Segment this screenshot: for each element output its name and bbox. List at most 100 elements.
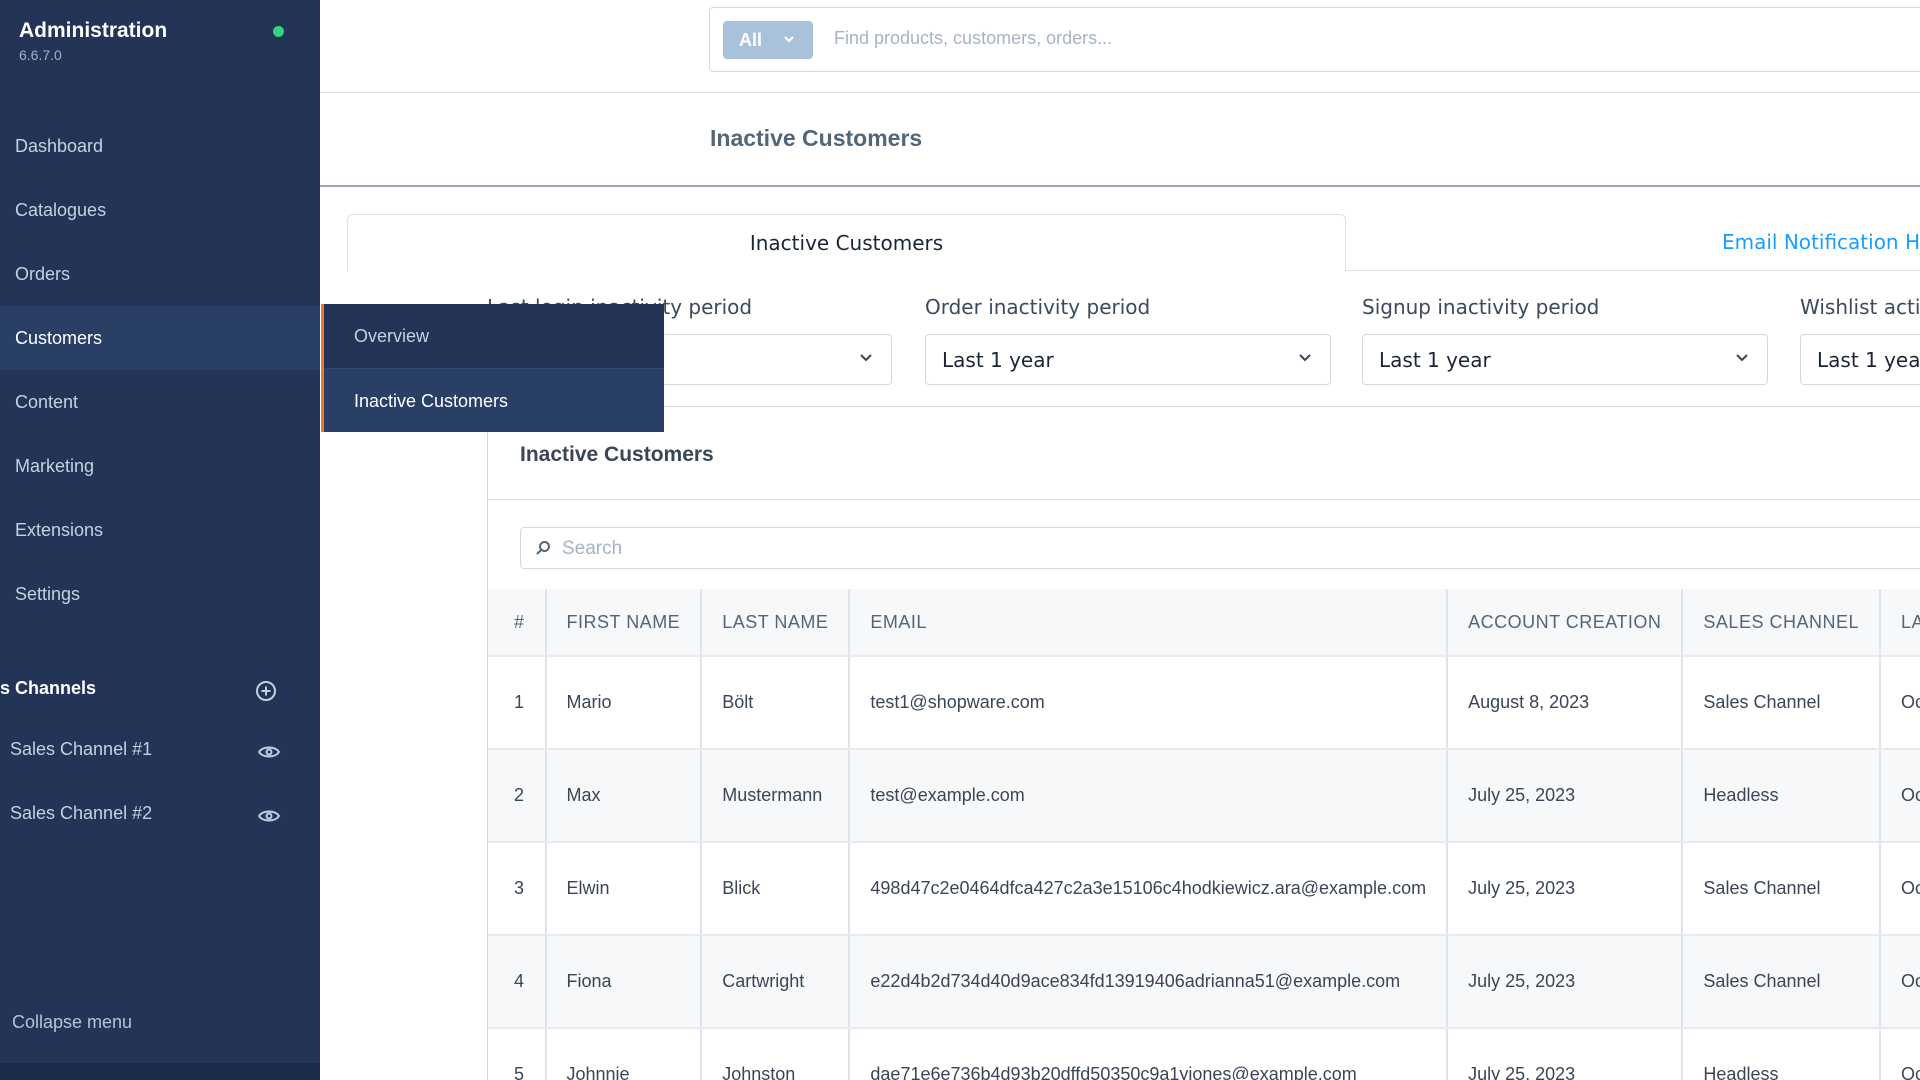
column-header-sales-channel[interactable]: SALES CHANNEL	[1682, 589, 1881, 657]
sales-channel-label: Sales Channel #2	[10, 803, 153, 823]
sidebar-footer	[0, 1063, 320, 1080]
table-row[interactable]: 2 Max Mustermann test@example.com July 2…	[488, 749, 1920, 843]
chevron-down-icon	[1298, 350, 1312, 364]
customers-flyout-menu: Overview Inactive Customers	[321, 304, 664, 432]
filter-label-signup: Signup inactivity period	[1362, 295, 1600, 319]
nav-item-customers[interactable]: Customers	[0, 306, 320, 370]
column-header-index[interactable]: #	[488, 589, 547, 657]
nav-item-catalogues[interactable]: Catalogues	[0, 178, 320, 242]
divider	[488, 499, 1920, 500]
table-row[interactable]: 3 Elwin Blick 498d47c2e0464dfca427c2a3e1…	[488, 842, 1920, 936]
page-header: Inactive Customers	[320, 93, 1920, 187]
tab-email-notification-history[interactable]: Email Notification Hi	[1722, 214, 1920, 271]
cell-first-name: Elwin	[545, 842, 703, 936]
flyout-item-inactive-customers[interactable]: Inactive Customers	[324, 368, 664, 432]
cell-last-name: Mustermann	[701, 749, 851, 843]
grid-search-field[interactable]: Search	[520, 527, 1920, 569]
sales-channel-item[interactable]: Sales Channel #2	[10, 803, 290, 824]
card-title: Inactive Customers	[520, 443, 714, 466]
nav-item-content[interactable]: Content	[0, 370, 320, 434]
cell-index: 2	[488, 749, 547, 843]
cell-index: 4	[488, 935, 547, 1029]
table-row[interactable]: 5 Johnnie Johnston dae71e6e736b4d93b20df…	[488, 1028, 1920, 1080]
main-nav: Dashboard Catalogues Orders Customers Co…	[0, 114, 320, 626]
status-indicator	[273, 26, 284, 37]
cell-index: 1	[488, 656, 547, 750]
cell-last-login: October	[1879, 1028, 1920, 1080]
cell-last-name: Johnston	[701, 1028, 851, 1080]
eye-icon[interactable]	[257, 744, 281, 760]
page-title: Inactive Customers	[710, 125, 923, 151]
table-row[interactable]: 4 Fiona Cartwright e22d4b2d734d40d9ace83…	[488, 935, 1920, 1029]
cell-sales-channel: Sales Channel	[1682, 842, 1881, 936]
signup-inactivity-period-select[interactable]: Last 1 year	[1362, 334, 1768, 385]
cell-email: test1@shopware.com	[849, 656, 1449, 750]
column-header-first-name[interactable]: FIRST NAME	[545, 589, 703, 657]
nav-item-orders[interactable]: Orders	[0, 242, 320, 306]
cell-account-creation: August 8, 2023	[1447, 656, 1684, 750]
cell-first-name: Fiona	[545, 935, 703, 1029]
search-type-label: All	[739, 30, 763, 50]
cell-first-name: Johnnie	[545, 1028, 703, 1080]
column-header-email[interactable]: EMAIL	[849, 589, 1449, 657]
inactive-customers-card: Inactive Customers Search # FIRST NAME L…	[487, 406, 1920, 1080]
table-header-row: # FIRST NAME LAST NAME EMAIL ACCOUNT CRE…	[488, 589, 1920, 657]
top-bar: All Find products, customers, orders...	[320, 0, 1920, 93]
select-value: Last 1 year	[1379, 348, 1491, 372]
column-header-last-name[interactable]: LAST NAME	[701, 589, 851, 657]
cell-account-creation: July 25, 2023	[1447, 1028, 1684, 1080]
app-version: 6.6.7.0	[19, 47, 62, 63]
global-search[interactable]: All Find products, customers, orders...	[709, 7, 1920, 72]
cell-index: 5	[488, 1028, 547, 1080]
search-type-select[interactable]: All	[723, 21, 813, 59]
wishlist-activity-period-select[interactable]: Last 1 year	[1800, 334, 1920, 385]
flyout-item-overview[interactable]: Overview	[324, 304, 664, 368]
sales-channels-heading: s Channels	[0, 678, 97, 698]
sales-channel-item[interactable]: Sales Channel #1	[10, 739, 290, 760]
nav-item-marketing[interactable]: Marketing	[0, 434, 320, 498]
cell-index: 3	[488, 842, 547, 936]
nav-item-extensions[interactable]: Extensions	[0, 498, 320, 562]
customers-table: # FIRST NAME LAST NAME EMAIL ACCOUNT CRE…	[488, 589, 1920, 1080]
grid-search-input[interactable]: Search	[562, 538, 622, 560]
sales-channel-label: Sales Channel #1	[10, 739, 153, 759]
cell-email: e22d4b2d734d40d9ace834fd13919406adrianna…	[849, 935, 1449, 1029]
cell-last-name: Cartwright	[701, 935, 851, 1029]
cell-last-login: October	[1879, 935, 1920, 1029]
cell-last-name: Bölt	[701, 656, 851, 750]
cell-first-name: Max	[545, 749, 703, 843]
eye-icon[interactable]	[257, 808, 281, 824]
nav-item-settings[interactable]: Settings	[0, 562, 320, 626]
cell-email: dae71e6e736b4d93b20dffd50350c9a1yjones@e…	[849, 1028, 1449, 1080]
cell-account-creation: July 25, 2023	[1447, 935, 1684, 1029]
cell-account-creation: July 25, 2023	[1447, 842, 1684, 936]
collapse-menu-button[interactable]: Collapse menu	[12, 1012, 132, 1033]
cell-sales-channel: Sales Channel	[1682, 656, 1881, 750]
cell-sales-channel: Headless	[1682, 1028, 1881, 1080]
select-value: Last 1 year	[942, 348, 1054, 372]
filter-label-wishlist: Wishlist activ	[1800, 295, 1920, 319]
nav-item-dashboard[interactable]: Dashboard	[0, 114, 320, 178]
cell-sales-channel: Sales Channel	[1682, 935, 1881, 1029]
cell-account-creation: July 25, 2023	[1447, 749, 1684, 843]
column-header-last-login[interactable]: LAST L	[1879, 589, 1920, 657]
column-header-account-creation[interactable]: ACCOUNT CREATION	[1447, 589, 1684, 657]
cell-sales-channel: Headless	[1682, 749, 1881, 843]
global-search-input[interactable]: Find products, customers, orders...	[834, 28, 1112, 49]
cell-last-login: October	[1879, 749, 1920, 843]
cell-last-name: Blick	[701, 842, 851, 936]
table-row[interactable]: 1 Mario Bölt test1@shopware.com August 8…	[488, 656, 1920, 750]
cell-last-login: October	[1879, 842, 1920, 936]
order-inactivity-period-select[interactable]: Last 1 year	[925, 334, 1331, 385]
cell-last-login: October	[1879, 656, 1920, 750]
filter-label-order: Order inactivity period	[925, 295, 1151, 319]
sidebar: Administration 6.6.7.0 Dashboard Catalog…	[0, 0, 320, 1080]
tab-bar: Inactive Customers Email Notification Hi	[347, 214, 1920, 272]
select-value: Last 1 year	[1817, 348, 1920, 372]
chevron-down-icon	[859, 350, 873, 364]
tab-inactive-customers[interactable]: Inactive Customers	[347, 214, 1346, 272]
cell-email: 498d47c2e0464dfca427c2a3e15106c4hodkiewi…	[849, 842, 1449, 936]
plus-circle-icon[interactable]	[254, 679, 278, 703]
search-icon	[535, 540, 551, 556]
app-root: Administration 6.6.7.0 Dashboard Catalog…	[0, 0, 1920, 1080]
